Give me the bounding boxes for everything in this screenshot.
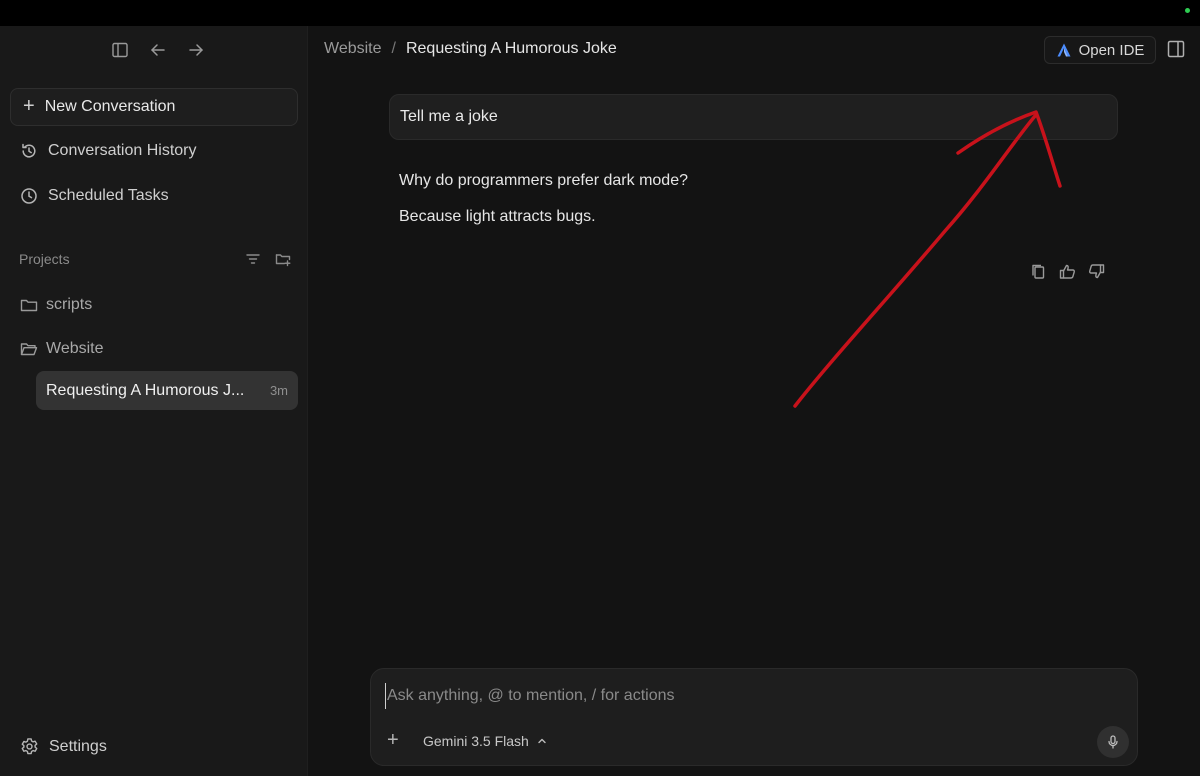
filter-icon[interactable] bbox=[245, 251, 261, 267]
new-conversation-button[interactable]: + New Conversation bbox=[10, 88, 298, 126]
thumbs-up-icon[interactable] bbox=[1059, 263, 1076, 280]
status-indicator-dot bbox=[1185, 8, 1190, 13]
add-attachment-button[interactable]: + bbox=[387, 730, 399, 750]
system-top-bar bbox=[0, 0, 1200, 26]
model-label: Gemini 3.5 Flash bbox=[423, 733, 529, 749]
conversation-time: 3m bbox=[269, 383, 288, 398]
folder-label: Website bbox=[46, 340, 104, 357]
sidebar: + New Conversation Conversation History … bbox=[0, 26, 308, 776]
microphone-icon bbox=[1108, 735, 1118, 749]
model-selector[interactable]: Gemini 3.5 Flash bbox=[423, 733, 547, 749]
message-composer: + Gemini 3.5 Flash bbox=[370, 668, 1138, 766]
settings-label: Settings bbox=[49, 737, 107, 755]
history-icon bbox=[22, 143, 36, 158]
conversation-title: Requesting A Humorous J... bbox=[46, 381, 245, 399]
sidebar-item-label: Conversation History bbox=[48, 142, 197, 159]
folder-icon bbox=[20, 299, 38, 312]
folder-open-icon bbox=[20, 343, 38, 356]
breadcrumb: Website / Requesting A Humorous Joke bbox=[324, 40, 617, 58]
forward-arrow-icon[interactable] bbox=[184, 39, 208, 61]
sidebar-item-conversation-history[interactable]: Conversation History bbox=[20, 142, 197, 160]
new-folder-icon[interactable] bbox=[275, 251, 291, 267]
back-arrow-icon[interactable] bbox=[146, 39, 170, 61]
ide-logo-icon bbox=[1057, 43, 1071, 57]
copy-icon[interactable] bbox=[1030, 263, 1047, 280]
chat-input[interactable] bbox=[385, 683, 1085, 709]
plus-icon: + bbox=[23, 95, 35, 117]
settings-button[interactable]: Settings bbox=[20, 737, 107, 756]
sidebar-conversation-item[interactable]: Requesting A Humorous J... 3m bbox=[36, 371, 298, 410]
thumbs-down-icon[interactable] bbox=[1088, 263, 1105, 280]
projects-header: Projects bbox=[19, 251, 291, 267]
message-actions bbox=[1030, 263, 1105, 280]
folder-label: scripts bbox=[46, 296, 93, 313]
open-ide-button[interactable]: Open IDE bbox=[1044, 36, 1156, 64]
breadcrumb-project[interactable]: Website bbox=[324, 40, 382, 58]
project-folder-website[interactable]: Website bbox=[20, 340, 104, 358]
project-folder-scripts[interactable]: scripts bbox=[20, 296, 92, 314]
microphone-button[interactable] bbox=[1097, 726, 1129, 758]
breadcrumb-separator: / bbox=[391, 40, 396, 57]
right-panel-toggle-icon[interactable] bbox=[1166, 39, 1186, 64]
app-window: + New Conversation Conversation History … bbox=[0, 26, 1200, 776]
sidebar-toolbar bbox=[108, 39, 208, 61]
projects-label: Projects bbox=[19, 251, 70, 267]
open-ide-label: Open IDE bbox=[1078, 41, 1145, 59]
user-message-bubble: Tell me a joke bbox=[389, 94, 1118, 140]
gear-icon bbox=[21, 738, 38, 755]
sidebar-item-scheduled-tasks[interactable]: Scheduled Tasks bbox=[20, 187, 169, 205]
clock-icon bbox=[21, 188, 37, 204]
new-conversation-label: New Conversation bbox=[44, 98, 176, 115]
assistant-reply-line: Because light attracts bugs. bbox=[399, 208, 596, 225]
assistant-reply-line: Why do programmers prefer dark mode? bbox=[399, 172, 688, 189]
sidebar-toggle-icon[interactable] bbox=[108, 39, 132, 61]
sidebar-item-label: Scheduled Tasks bbox=[48, 187, 169, 204]
chevron-up-icon bbox=[538, 738, 546, 744]
breadcrumb-conversation: Requesting A Humorous Joke bbox=[405, 40, 617, 57]
